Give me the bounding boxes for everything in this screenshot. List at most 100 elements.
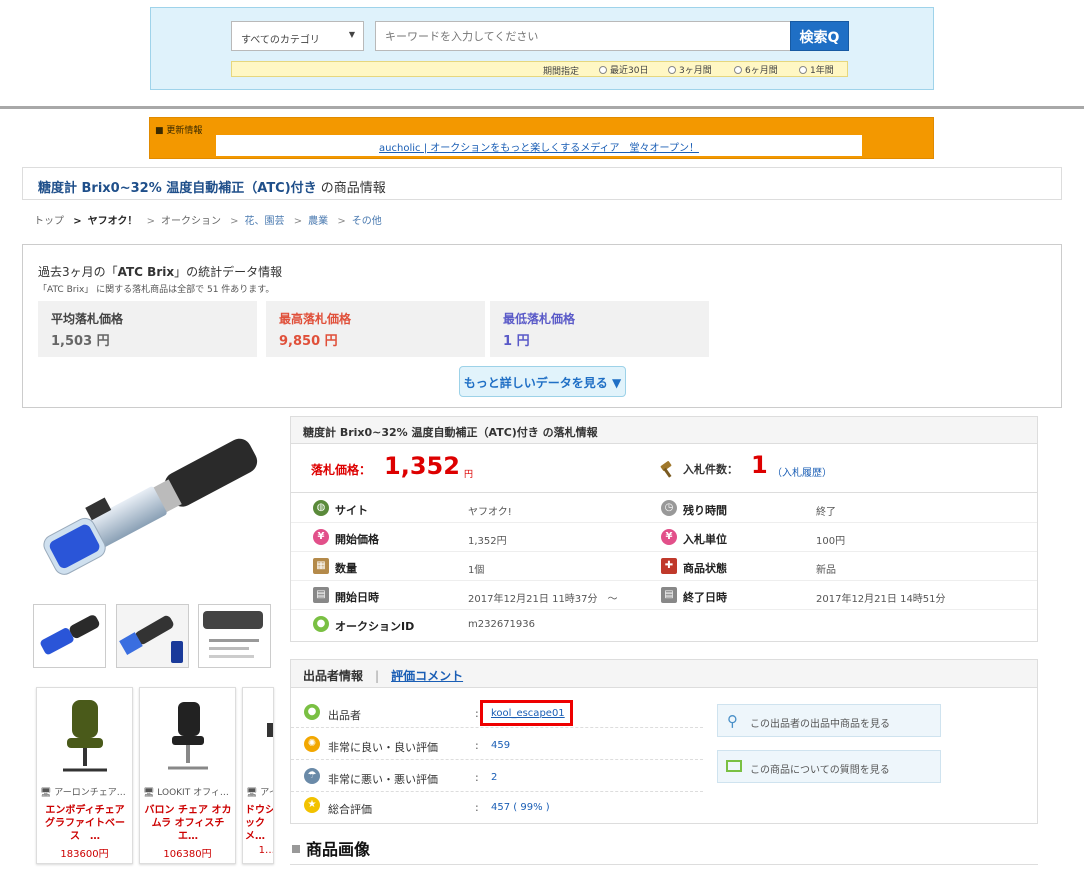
recommend-card[interactable]: 🖥 アイ… ドウシックメ… 1… <box>242 687 274 864</box>
price-row: 落札価格： 1,352 円 入札件数： 1 （入札履歴） <box>291 445 1037 493</box>
stats-subtitle: 「ATC Brix」 に関する落札商品は全部で 51 件あります。 <box>38 285 275 295</box>
breadcrumb-garden[interactable]: 花、園芸 <box>245 216 285 227</box>
recommend-image <box>37 688 132 783</box>
news-content: aucholic | オークションをもっと楽しくするメディア 堂々オープン！ <box>216 135 862 156</box>
search-icon: Q <box>827 30 840 46</box>
header-divider <box>0 106 1084 109</box>
recommend-card[interactable]: 🖥 アーロンチェア… エンボディチェア グラファイトベース … 183600円 <box>36 687 133 864</box>
recommend-price: 1… <box>258 845 274 856</box>
info-value: 1個 <box>468 565 485 576</box>
period-filter: 期間指定 最近30日 3ヶ月間 6ヶ月間 1年間 <box>231 61 848 77</box>
page-title: 糖度計 Brix0~32% 温度自動補正（ATC)付き の商品情報 <box>22 167 1062 200</box>
radio-icon <box>799 66 807 74</box>
star-icon: ★ <box>304 797 320 813</box>
recommend-name: 🖥 アイ… <box>246 788 273 798</box>
seller-row-value[interactable]: 2 <box>491 772 497 783</box>
seller-row-value[interactable]: 459 <box>491 740 510 751</box>
seller-id-link[interactable]: kool_escape01 <box>480 700 573 726</box>
thumbnail-1[interactable] <box>33 604 106 668</box>
info-key: 残り時間 <box>683 504 727 517</box>
category-select[interactable]: すべてのカテゴリ ▼ <box>231 21 364 51</box>
seller-row-label: 総合評価 <box>328 803 372 816</box>
seller-row-value[interactable]: 457 ( 99% ) <box>491 802 550 813</box>
final-price-unit: 円 <box>464 470 474 480</box>
period-option-3m[interactable]: 3ヶ月間 <box>668 63 712 76</box>
stat-card-max: 最高落札価格 9,850 円 <box>266 301 485 357</box>
period-option-6m[interactable]: 6ヶ月間 <box>734 63 778 76</box>
seller-row: ✺ 非常に良い・良い評価 : 459 <box>291 729 703 760</box>
info-value: 2017年12月21日 11時37分 ～ <box>468 594 618 605</box>
period-option-30d[interactable]: 最近30日 <box>599 63 648 76</box>
news-bar: ■ 更新情報 aucholic | オークションをもっと楽しくするメディア 堂々… <box>149 117 934 159</box>
recommend-title: バロン チェア オカムラ オフィスチエ… <box>144 805 232 842</box>
keyword-input[interactable] <box>375 21 791 51</box>
info-row: ▤ 開始日時 2017年12月21日 11時37分 ～ ▤ 終了日時 2017年… <box>291 581 1037 610</box>
stat-card-average: 平均落札価格 1,503 円 <box>38 301 257 357</box>
mail-icon <box>726 760 742 772</box>
clock-icon: ◷ <box>661 500 677 516</box>
info-row: ◍ サイト ヤフオク! ◷ 残り時間 終了 <box>291 494 1037 523</box>
info-value: 1,352円 <box>468 536 507 547</box>
recommend-card[interactable]: 🖥 LOOKIT オフィ… バロン チェア オカムラ オフィスチエ… 10638… <box>139 687 236 864</box>
info-row: ● オークションID m232671936 <box>291 610 1037 639</box>
search-icon: ⚲ <box>727 712 738 730</box>
recommend-price: 106380円 <box>163 849 212 860</box>
info-key: オークションID <box>335 620 415 633</box>
square-icon <box>292 845 300 853</box>
recommend-image <box>243 688 273 783</box>
bid-count-label: 入札件数： <box>683 463 738 476</box>
breadcrumb-yahuoku[interactable]: ヤフオク！ <box>88 216 138 227</box>
stats-title: 過去3ヶ月の「ATC Brix」の統計データ情報 <box>38 265 283 279</box>
search-button[interactable]: 検索Q <box>790 21 849 51</box>
question-button[interactable]: この商品についての質問を見る <box>717 750 941 783</box>
breadcrumb-agriculture[interactable]: 農業 <box>308 216 328 227</box>
bid-history-link[interactable]: （入札履歴） <box>772 464 832 479</box>
seller-row-label: 非常に良い・良い評価 <box>328 741 438 754</box>
final-price-value: 1,352 <box>384 452 460 480</box>
thumbnail-2[interactable] <box>116 604 189 668</box>
recommend-name: 🖥 LOOKIT オフィ… <box>143 788 229 798</box>
news-link[interactable]: aucholic | オークションをもっと楽しくするメディア 堂々オープン！ <box>379 143 699 154</box>
period-option-1y[interactable]: 1年間 <box>799 63 834 76</box>
box-icon: ▦ <box>313 558 329 574</box>
seller-tabs: 出品者情報 | 評価コメント <box>291 660 1037 688</box>
seller-row: ★ 総合評価 : 457 ( 99% ) <box>291 791 703 822</box>
umbrella-icon: ☂ <box>304 768 320 784</box>
bid-count-value: 1 <box>751 451 768 479</box>
radio-icon <box>734 66 742 74</box>
gavel-icon <box>659 460 677 478</box>
search-button-label: 検索 <box>799 30 828 46</box>
tab-rating-comments[interactable]: 評価コメント <box>391 669 463 683</box>
breadcrumb-top[interactable]: トップ <box>34 216 64 227</box>
news-label: ■ 更新情報 <box>155 126 203 136</box>
sun-icon: ✺ <box>304 736 320 752</box>
recommend-title: ドウシックメ… <box>245 805 274 842</box>
thumbnail-3[interactable] <box>198 604 271 668</box>
final-price-label: 落札価格： <box>311 463 372 477</box>
info-value: 100円 <box>816 536 846 547</box>
breadcrumb-auction[interactable]: オークション <box>161 216 221 227</box>
seller-panel: 出品者情報 | 評価コメント ● 出品者 : kool_escape01 ✺ 非常に… <box>290 659 1038 824</box>
seller-row: ☂ 非常に悪い・悪い評価 : 2 <box>291 761 703 792</box>
seller-items-button[interactable]: ⚲ この出品者の出品中商品を見る <box>717 704 941 737</box>
auction-info-title: 糖度計 Brix0~32% 温度自動補正（ATC)付き の落札情報 <box>291 417 1037 444</box>
more-data-button[interactable]: もっと詳しいデータを見る ▼ <box>459 366 626 397</box>
info-key: 終了日時 <box>683 591 727 604</box>
info-key: 開始価格 <box>335 533 379 546</box>
recommend-image <box>140 688 235 783</box>
radio-icon <box>599 66 607 74</box>
product-main-image[interactable] <box>33 415 277 600</box>
user-icon: ● <box>313 616 329 632</box>
calendar-icon: ▤ <box>661 587 677 603</box>
gift-icon: ✚ <box>661 558 677 574</box>
tab-seller-info[interactable]: 出品者情報 <box>303 669 363 683</box>
info-row: ▦ 数量 1個 ✚ 商品状態 新品 <box>291 552 1037 581</box>
section-divider <box>290 864 1038 865</box>
info-value: 新品 <box>816 565 836 576</box>
yen-icon: ¥ <box>313 529 329 545</box>
breadcrumb-other[interactable]: その他 <box>352 216 382 227</box>
seller-row-label: 出品者 <box>328 709 361 722</box>
product-images-heading: 商品画像 <box>292 836 370 860</box>
user-icon: ● <box>304 704 320 720</box>
recommend-price: 183600円 <box>60 849 109 860</box>
